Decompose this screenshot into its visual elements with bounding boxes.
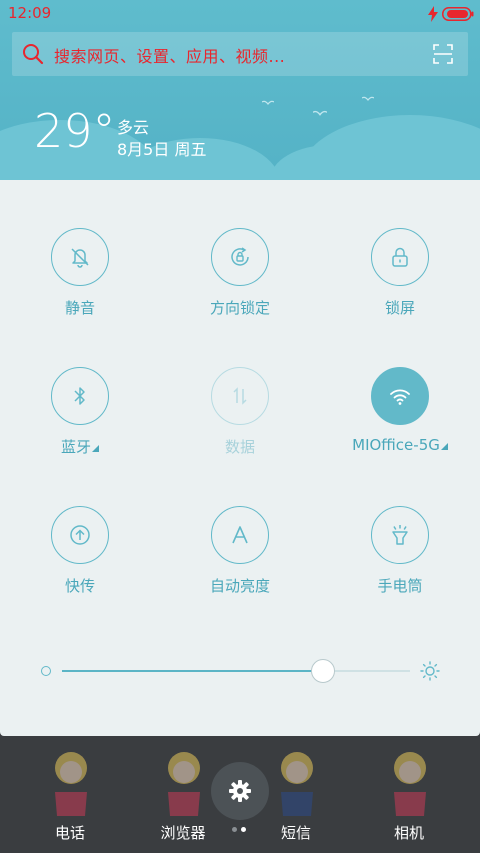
settings-button[interactable] [211, 762, 269, 820]
toggle-rotation-lock[interactable]: 方向锁定 [160, 180, 320, 317]
toggle-flashlight[interactable]: 手电筒 [320, 458, 480, 595]
toggle-label: 静音 [64, 299, 95, 317]
bell-off-icon [71, 248, 89, 268]
flashlight-icon [392, 525, 408, 545]
toggle-label: 自动亮度 [209, 577, 270, 595]
slider-thumb[interactable] [311, 659, 335, 683]
expand-triangle-icon [92, 445, 99, 452]
weather-temperature[interactable]: 29° [34, 108, 116, 154]
brightness-high-icon [420, 661, 440, 681]
status-bar: 12:09 [0, 0, 480, 28]
toggle-label: 数据 [224, 438, 255, 456]
toggle-bluetooth[interactable]: 蓝牙 [0, 319, 160, 456]
toggle-auto-brightness[interactable]: 自动亮度 [160, 458, 320, 595]
toggle-label: 锁屏 [384, 299, 415, 317]
wifi-icon [390, 389, 410, 405]
toggle-label-text: MIOffice-5G [352, 436, 440, 454]
toggle-mute[interactable]: 静音 [0, 180, 160, 317]
data-arrows-icon [233, 387, 247, 405]
gear-icon [229, 780, 251, 802]
bird-decoration [262, 100, 274, 105]
toggle-quick-share[interactable]: 快传 [0, 458, 160, 595]
dock-app-camera[interactable]: 相机 [359, 736, 459, 853]
auto-a-icon [232, 526, 248, 544]
search-icon [23, 44, 44, 65]
toggle-circle[interactable] [211, 506, 269, 564]
toggle-label[interactable]: MIOffice-5G [320, 436, 480, 454]
bird-decoration [362, 96, 374, 101]
toggle-mobile-data[interactable]: 数据 [160, 319, 320, 456]
quick-settings-panel: 静音 方向锁定 锁屏 蓝牙 数据 MIOffice-5G 快传 自动亮度 手电筒 [0, 180, 480, 736]
dock-app-label: 相机 [393, 824, 424, 842]
toggle-label: 方向锁定 [209, 299, 270, 317]
toggle-label-text: 蓝牙 [60, 438, 91, 456]
bluetooth-icon [74, 387, 85, 405]
notification-header: 12:09 搜索网页、设置、应用、视频... 29° 多云 8月5日 周五 [0, 0, 480, 180]
lock-icon [392, 247, 408, 267]
page-dot [241, 827, 246, 832]
battery-icon [442, 7, 474, 21]
toggle-circle[interactable] [371, 228, 429, 286]
scan-icon[interactable] [432, 43, 454, 65]
charging-bolt-icon [428, 6, 438, 22]
weather-date: 8月5日 周五 [117, 140, 207, 159]
toggle-label: 手电筒 [377, 577, 423, 595]
slider-fill [62, 670, 323, 672]
dock: 电话 浏览器 短信 相机 [0, 736, 480, 853]
browser-app-icon [168, 752, 200, 816]
search-input[interactable]: 搜索网页、设置、应用、视频... [54, 43, 285, 67]
upload-icon [70, 525, 90, 545]
page-indicator [232, 827, 248, 833]
weather-condition: 多云 [117, 118, 150, 137]
toggle-circle[interactable] [51, 228, 109, 286]
toggle-circle[interactable] [371, 367, 429, 425]
bird-decoration [313, 110, 327, 116]
toggle-label: 快传 [64, 577, 95, 595]
toggle-wifi[interactable]: MIOffice-5G [320, 319, 480, 454]
toggle-lock-screen[interactable]: 锁屏 [320, 180, 480, 317]
slider-track[interactable] [62, 659, 410, 683]
toggle-label[interactable]: 蓝牙 [0, 436, 160, 457]
dock-app-label: 浏览器 [160, 824, 206, 842]
brightness-low-icon [41, 666, 51, 676]
rotation-lock-icon [231, 247, 249, 266]
toggle-circle[interactable] [211, 228, 269, 286]
brightness-slider[interactable] [38, 658, 444, 684]
page-dot [232, 827, 237, 832]
toggle-circle[interactable] [211, 367, 269, 425]
sms-app-icon [281, 752, 313, 816]
dock-app-label: 电话 [54, 824, 85, 842]
phone-app-icon [55, 752, 87, 816]
search-bar[interactable]: 搜索网页、设置、应用、视频... [12, 32, 468, 76]
camera-app-icon [394, 752, 426, 816]
dock-app-phone[interactable]: 电话 [20, 736, 120, 853]
toggle-circle[interactable] [371, 506, 429, 564]
status-clock: 12:09 [8, 4, 52, 22]
expand-triangle-icon [440, 443, 448, 450]
toggle-circle[interactable] [51, 506, 109, 564]
dock-app-label: 短信 [280, 824, 311, 842]
toggle-circle[interactable] [51, 367, 109, 425]
